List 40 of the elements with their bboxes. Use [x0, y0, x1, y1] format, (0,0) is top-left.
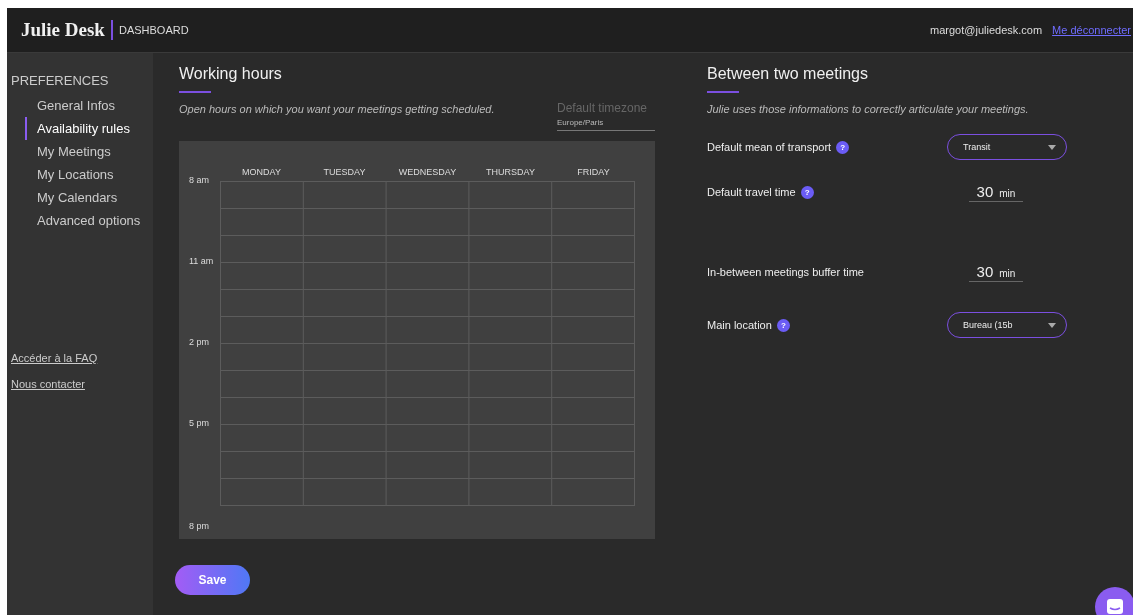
section-title: DASHBOARD	[118, 24, 189, 36]
sidebar-item[interactable]: General Infos	[25, 94, 153, 117]
day-header: TUESDAY	[322, 167, 367, 177]
setting-label: In-between meetings buffer time	[707, 266, 864, 278]
time-label: 5 pm	[189, 418, 210, 430]
sidebar-item[interactable]: Advanced options	[25, 209, 153, 232]
time-label: 8 am	[189, 175, 210, 187]
day-header: MONDAY	[241, 167, 282, 177]
sidebar-link[interactable]: Accéder à la FAQ	[11, 352, 98, 364]
logo: Julie Desk	[21, 19, 105, 41]
sidebar-item[interactable]: My Calendars	[25, 186, 153, 209]
day-header: FRIDAY	[576, 167, 611, 177]
sidebar-heading: PREFERENCES	[11, 73, 110, 88]
time-label: 2 pm	[189, 337, 210, 349]
section-description: Julie uses those informations to correctly articulate your meetings.	[707, 103, 1030, 115]
sidebar-link[interactable]: Nous contacter	[11, 378, 85, 390]
help-icon[interactable]: ?	[800, 185, 814, 199]
setting-label: Default mean of transport	[707, 141, 832, 153]
time-label: 11 am	[189, 256, 215, 268]
caret-icon	[1048, 322, 1056, 328]
sidebar-item[interactable]: My Meetings	[25, 140, 153, 163]
logout-link[interactable]: Me déconnecter	[1052, 24, 1131, 36]
section-description: Open hours on which you want your meetings getting scheduled.	[179, 103, 495, 115]
caret-icon	[1048, 144, 1056, 150]
section-heading: Working hours	[179, 65, 283, 83]
sidebar-item[interactable]: Availability rules	[25, 117, 153, 140]
setting-label: Main location	[707, 319, 772, 331]
setting-label: Default travel time	[707, 186, 796, 198]
section-heading: Between two meetings	[707, 65, 869, 83]
duration-field[interactable]: 30 min	[969, 262, 1023, 282]
help-icon[interactable]: ?	[776, 318, 790, 332]
duration-field[interactable]: 30 min	[969, 182, 1023, 202]
time-label: 8 pm	[189, 521, 210, 531]
help-icon[interactable]: ?	[836, 140, 850, 154]
day-header: THURSDAY	[485, 167, 536, 177]
sidebar-item[interactable]: My Locations	[25, 163, 153, 186]
timezone-field[interactable]: Default timezone Europe/Paris	[557, 101, 655, 131]
day-header: WEDNESDAY	[397, 167, 458, 177]
user-email: margot@juliedesk.com	[930, 24, 1043, 36]
save-button[interactable]: Save	[175, 565, 250, 595]
